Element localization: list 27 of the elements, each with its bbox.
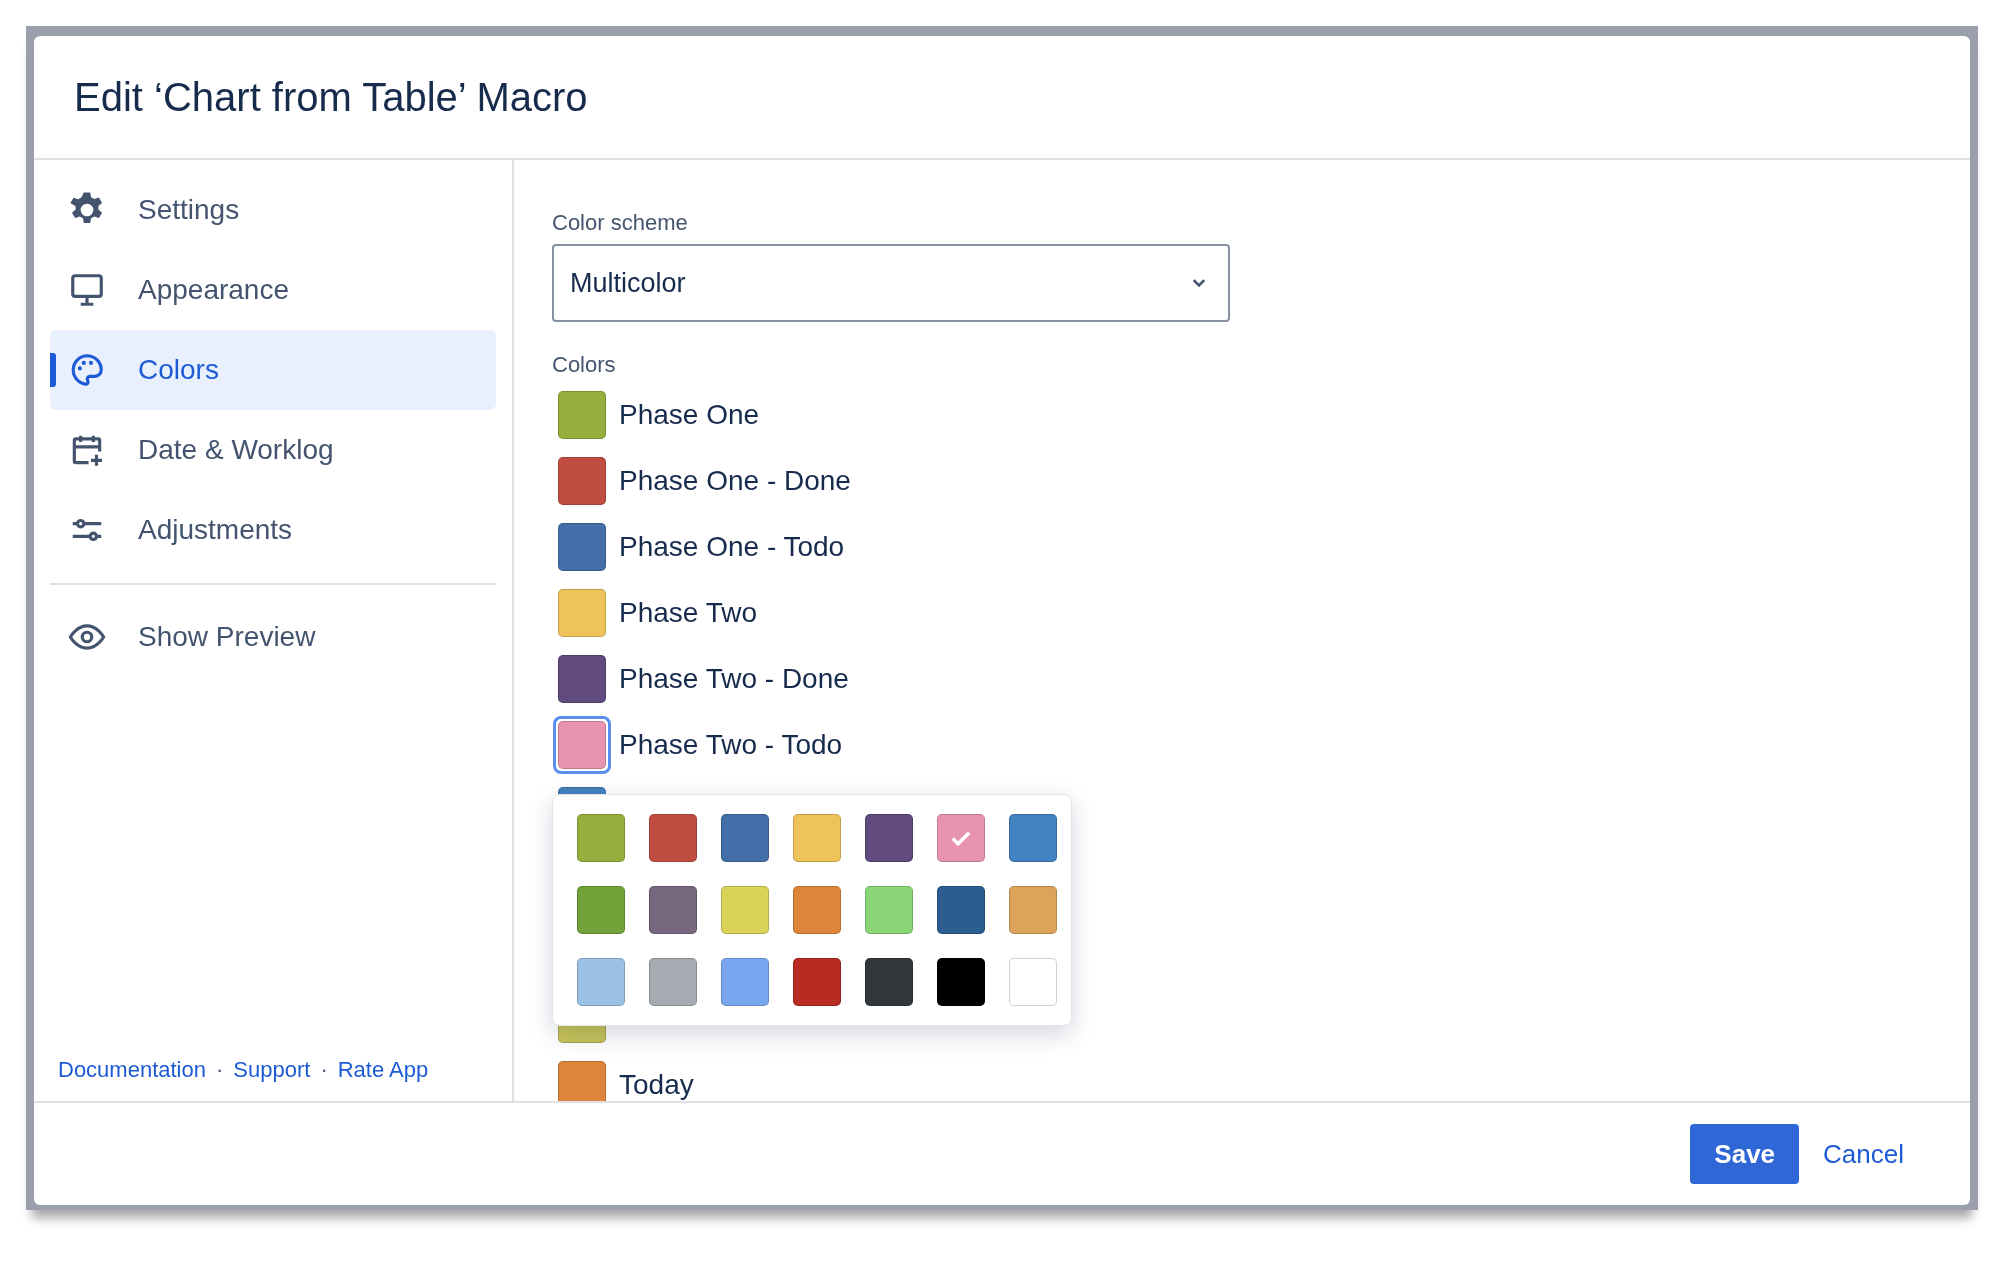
- series-label: Phase One: [619, 399, 760, 431]
- show-preview-item[interactable]: Show Preview: [50, 597, 496, 677]
- series-label: Phase Two: [619, 597, 758, 629]
- sidebar-item[interactable]: Adjustments: [50, 490, 496, 570]
- series-label: Today: [619, 1069, 694, 1101]
- series-label: Phase Two - Done: [619, 663, 849, 695]
- color-scheme-dropdown[interactable]: Multicolor: [552, 244, 1230, 322]
- active-indicator: [50, 353, 56, 387]
- series-label: Phase One - Todo: [619, 531, 845, 563]
- chevron-down-icon: [1192, 278, 1206, 288]
- separator-dot: ·: [216, 1057, 224, 1083]
- sidebar-item[interactable]: Appearance: [50, 250, 496, 330]
- section-label: Colors: [552, 352, 617, 378]
- separator-dot: ·: [320, 1057, 328, 1083]
- sidebar-item[interactable]: Settings: [50, 170, 496, 250]
- series-label: Phase Two - Todo: [619, 729, 843, 761]
- save-button[interactable]: Save: [1690, 1124, 1800, 1184]
- footer-link[interactable]: Support: [233, 1057, 311, 1083]
- sidebar-item[interactable]: Date & Worklog: [50, 410, 496, 490]
- monitor-icon: [68, 271, 106, 309]
- dialog-title: Edit ‘Chart from Table’ Macro: [74, 74, 588, 120]
- field-label: Color scheme: [552, 210, 689, 236]
- sidebar-item[interactable]: Colors: [50, 330, 496, 410]
- series-label: Phase One - Done: [619, 465, 851, 497]
- footer-link[interactable]: Documentation: [58, 1057, 206, 1083]
- footer-link[interactable]: Rate App: [337, 1057, 429, 1083]
- cancel-link[interactable]: Cancel: [1823, 1138, 1904, 1170]
